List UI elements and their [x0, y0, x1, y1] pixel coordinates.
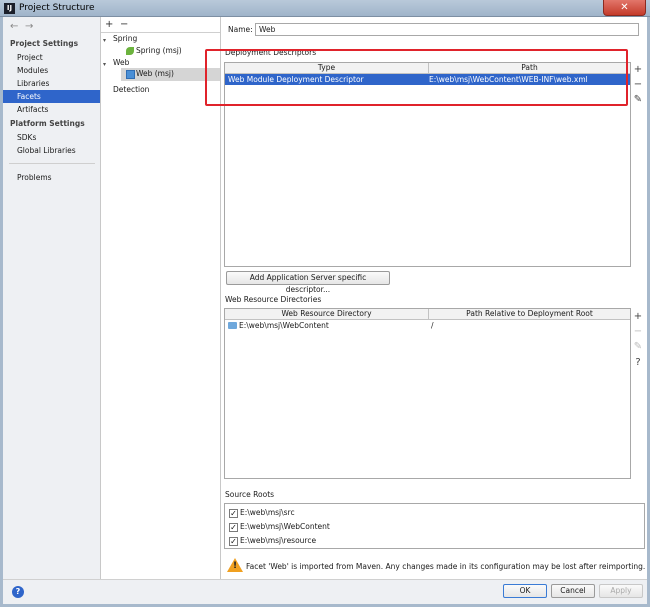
web-resource-table: Web Resource Directory Path Relative to … [224, 308, 631, 479]
forward-arrow-icon[interactable]: → [25, 21, 33, 32]
name-input[interactable]: Web [255, 23, 639, 36]
back-arrow-icon[interactable]: ← [10, 21, 18, 32]
ok-button[interactable]: OK [503, 584, 547, 598]
nav-item-sdks[interactable]: SDKs [3, 131, 100, 144]
highlight-annotation-box [205, 49, 628, 106]
add-facet-icon[interactable]: + [105, 19, 113, 30]
tree-item-detection[interactable]: Detection [113, 84, 149, 96]
add-descriptor-button[interactable]: Add Application Server specific descript… [226, 271, 390, 294]
facet-tree: + − ▾ Spring Spring (msj) ▾ Web Web (msj… [101, 17, 221, 579]
nav-item-modules[interactable]: Modules [3, 64, 100, 77]
source-root-checkbox[interactable]: ✓ [229, 537, 238, 546]
nav-item-libraries[interactable]: Libraries [3, 77, 100, 90]
title-bar: IJ Project Structure [0, 0, 650, 17]
spring-icon [126, 47, 134, 55]
remove-descriptor-icon[interactable]: − [632, 79, 644, 90]
nav-divider [9, 163, 95, 164]
edit-descriptor-icon[interactable]: ✎ [632, 94, 644, 105]
apply-button[interactable]: Apply [599, 584, 643, 598]
help-resource-icon[interactable]: ? [632, 357, 644, 368]
column-header-relative-path[interactable]: Path Relative to Deployment Root [429, 309, 630, 320]
table-row[interactable]: E:\web\msj\WebContent / [225, 320, 630, 331]
tree-group-spring[interactable]: Spring [113, 33, 137, 45]
column-header-resource-dir[interactable]: Web Resource Directory [225, 309, 428, 320]
resource-dir-cell: E:\web\msj\WebContent [239, 321, 329, 330]
tree-item-web-msj[interactable]: Web (msj) [136, 68, 174, 80]
add-descriptor-icon[interactable]: + [632, 64, 644, 75]
window-title: Project Structure [19, 3, 95, 13]
settings-nav: ← → Project Settings Project Modules Lib… [3, 17, 101, 579]
tree-item-spring-msj[interactable]: Spring (msj) [136, 45, 182, 57]
app-icon: IJ [4, 3, 15, 14]
nav-item-facets[interactable]: Facets [3, 90, 100, 103]
remove-facet-icon[interactable]: − [120, 19, 128, 30]
name-label: Name: [228, 25, 253, 34]
web-resource-directories-title: Web Resource Directories [225, 295, 322, 304]
add-resource-icon[interactable]: + [632, 311, 644, 322]
section-project-settings: Project Settings [10, 39, 79, 48]
cancel-button[interactable]: Cancel [551, 584, 595, 598]
nav-item-project[interactable]: Project [3, 51, 100, 64]
maven-warning-text: Facet 'Web' is imported from Maven. Any … [246, 562, 646, 571]
dialog-button-bar: ? OK Cancel Apply [3, 579, 647, 604]
source-root-checkbox[interactable]: ✓ [229, 523, 238, 532]
expand-spring-icon[interactable]: ▾ [103, 37, 106, 44]
web-module-icon [126, 70, 135, 79]
help-icon[interactable]: ? [12, 586, 24, 598]
close-button[interactable]: ✕ [603, 0, 646, 16]
source-root-webcontent: E:\web\msj\WebContent [240, 522, 330, 531]
nav-item-global-libraries[interactable]: Global Libraries [3, 144, 100, 157]
relative-path-cell: / [431, 321, 434, 330]
source-root-checkbox[interactable]: ✓ [229, 509, 238, 518]
source-root-src: E:\web\msj\src [240, 508, 295, 517]
remove-resource-icon[interactable]: − [632, 326, 644, 337]
folder-icon [228, 322, 237, 329]
source-roots-title: Source Roots [225, 490, 275, 499]
expand-web-icon[interactable]: ▾ [103, 61, 106, 68]
nav-item-artifacts[interactable]: Artifacts [3, 103, 100, 116]
edit-resource-icon[interactable]: ✎ [632, 341, 644, 352]
source-root-resource: E:\web\msj\resource [240, 536, 317, 545]
nav-item-problems[interactable]: Problems [3, 171, 100, 184]
source-roots-list: ✓ E:\web\msj\src ✓ E:\web\msj\WebContent… [224, 503, 645, 549]
section-platform-settings: Platform Settings [10, 119, 85, 128]
